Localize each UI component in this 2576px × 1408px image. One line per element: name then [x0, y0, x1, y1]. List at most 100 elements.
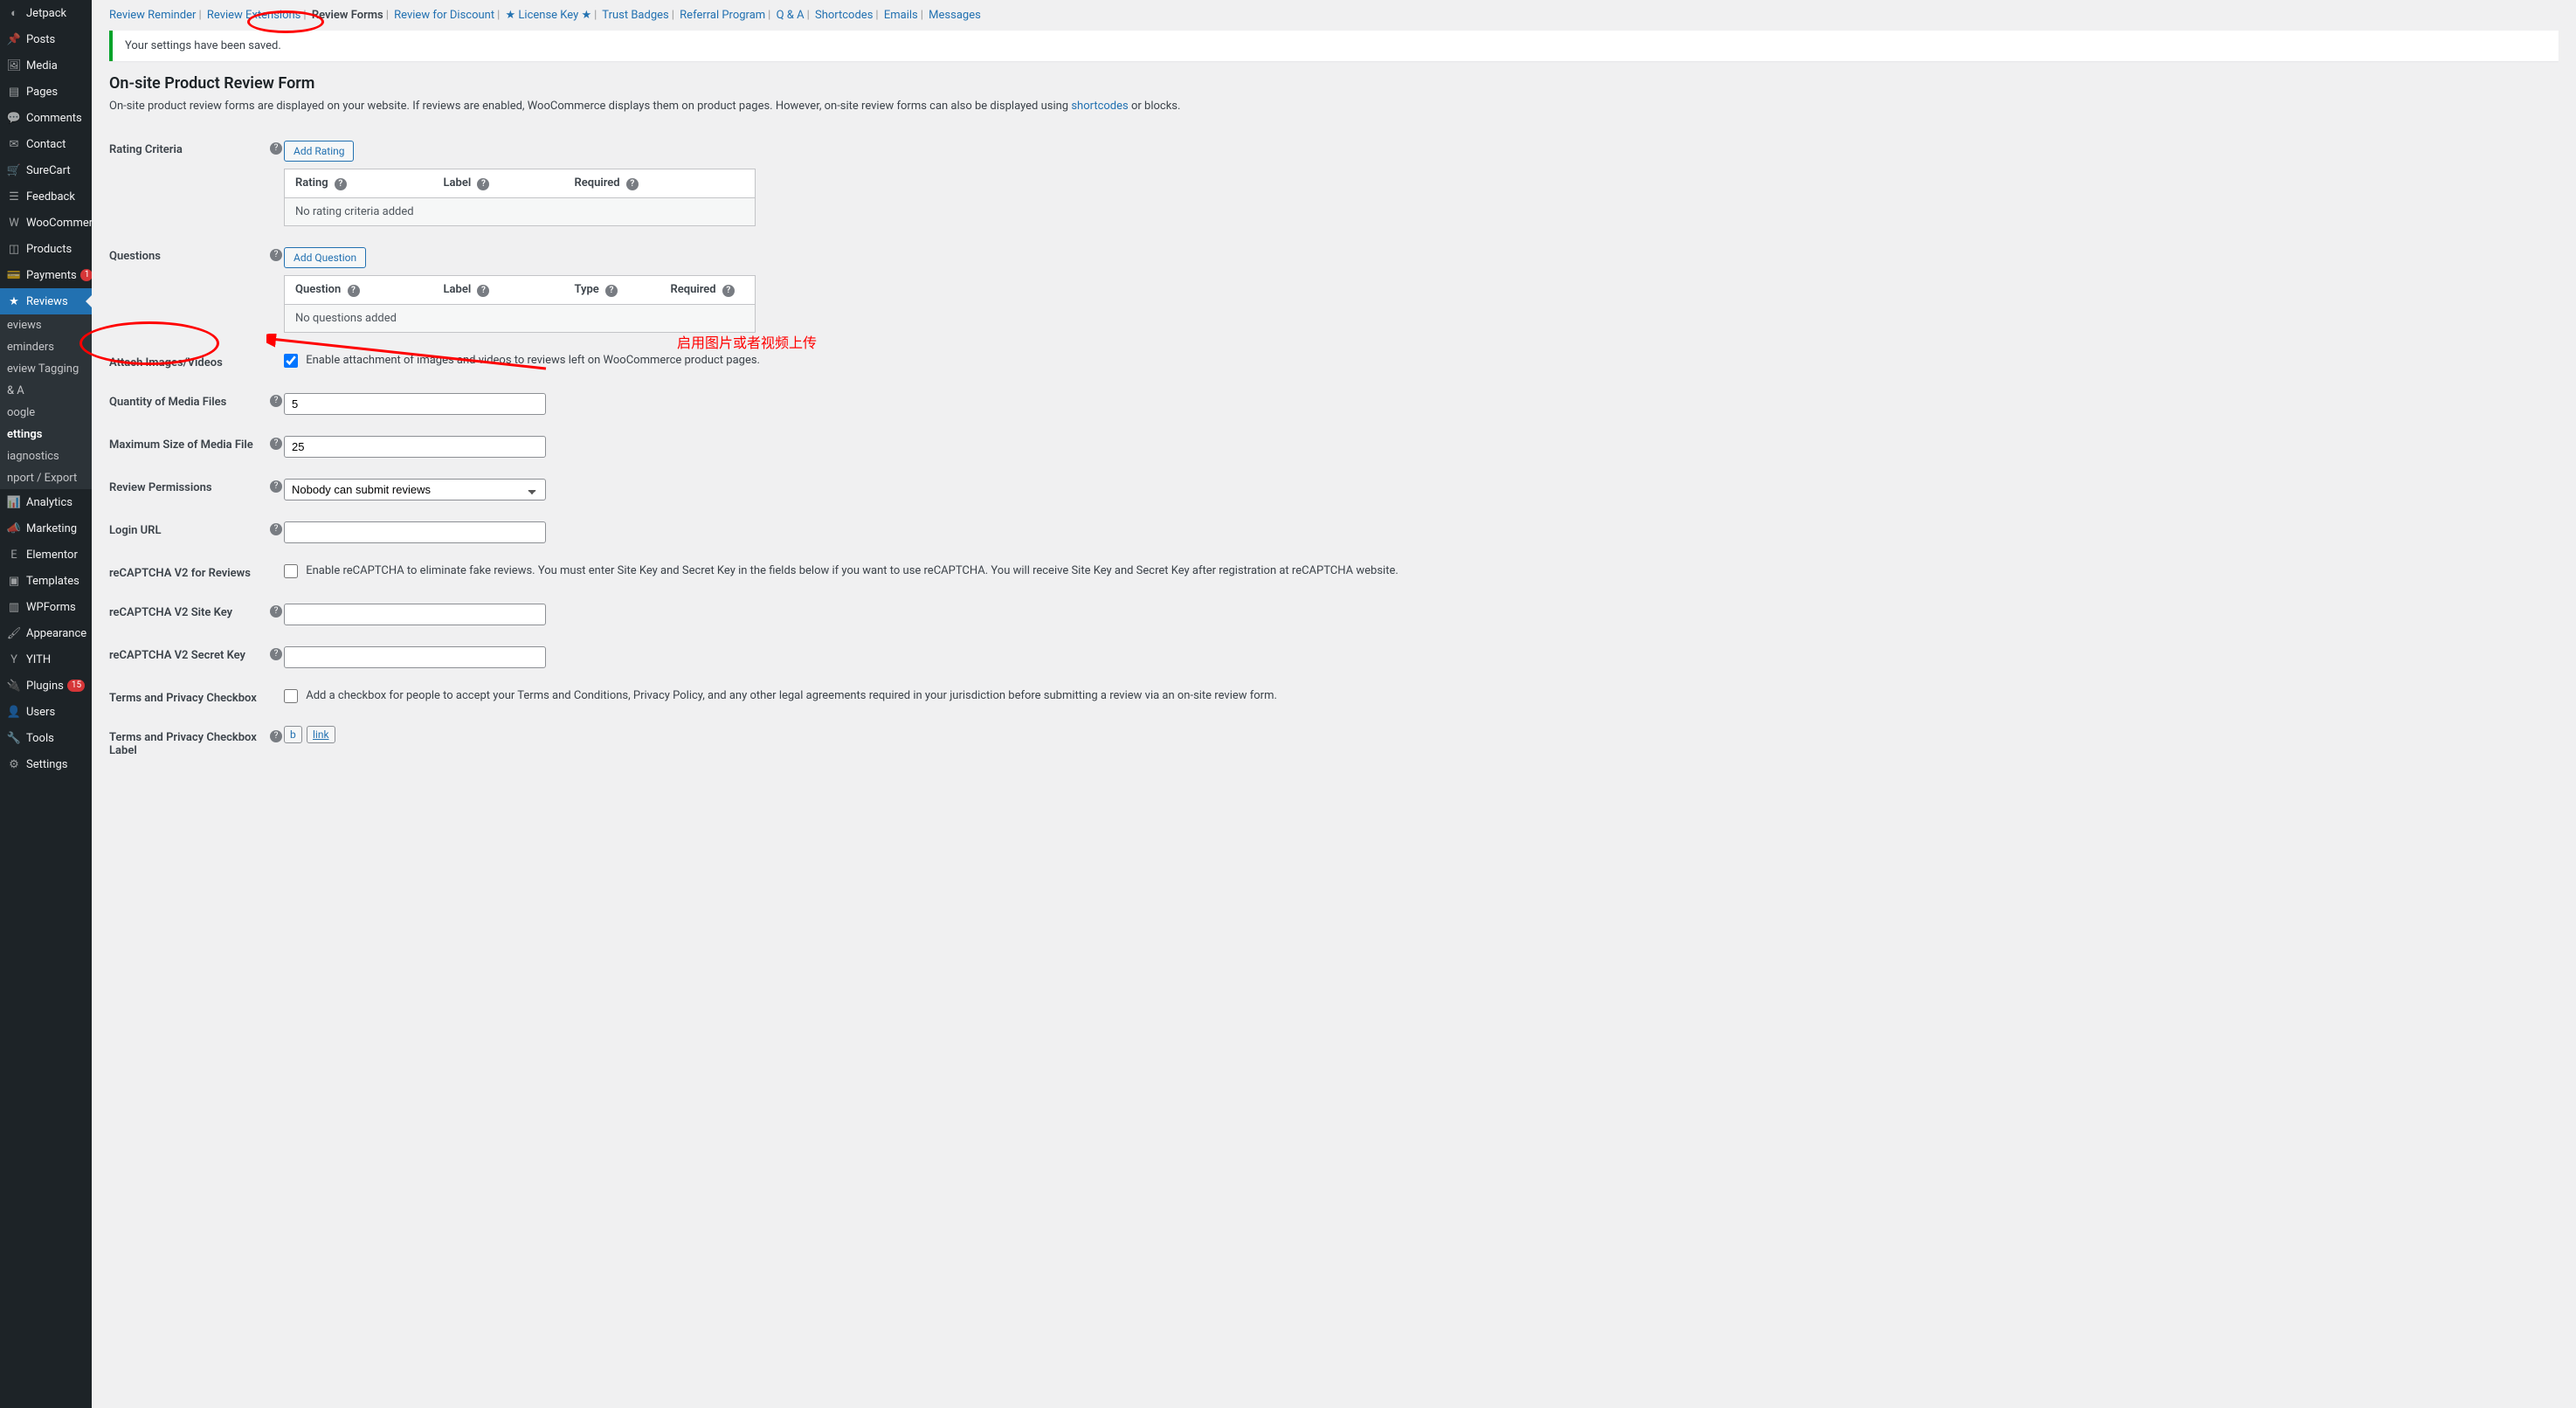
plug-icon: 🔌	[7, 679, 21, 693]
help-icon[interactable]: ?	[270, 438, 282, 450]
terms-checkbox[interactable]	[284, 689, 298, 703]
add-question-button[interactable]: Add Question	[284, 247, 366, 268]
tab-review-discount[interactable]: Review for Discount	[394, 9, 494, 22]
help-icon[interactable]: ?	[477, 178, 489, 190]
submenu-import-export[interactable]: nport / Export	[0, 467, 92, 489]
sidebar-item-woocommerce[interactable]: W WooCommerce	[0, 210, 92, 236]
tab-review-forms[interactable]: Review Forms	[312, 9, 383, 22]
sidebar-label: Appearance	[26, 627, 86, 640]
woo-icon: W	[7, 216, 21, 230]
shortcodes-link[interactable]: shortcodes	[1071, 100, 1128, 113]
sidebar-item-plugins[interactable]: 🔌Plugins15	[0, 673, 92, 699]
sidebar-label: Elementor	[26, 549, 78, 562]
submenu-qa[interactable]: & A	[0, 380, 92, 402]
sidebar-item-contact[interactable]: ✉Contact	[0, 131, 92, 157]
page-icon: ▤	[7, 85, 21, 99]
label-terms-checkbox: Terms and Privacy Checkbox	[109, 679, 266, 718]
sidebar-label: Jetpack	[26, 7, 66, 20]
sidebar-item-yith[interactable]: YYITH	[0, 646, 92, 673]
sidebar-item-surecart[interactable]: 🛒SureCart	[0, 157, 92, 183]
attach-media-field[interactable]: Enable attachment of images and videos t…	[284, 354, 760, 367]
col-type: Type ?	[564, 276, 660, 305]
sidebar-item-analytics[interactable]: 📊Analytics	[0, 489, 92, 515]
tab-referral-program[interactable]: Referral Program	[680, 9, 765, 22]
help-icon[interactable]: ?	[270, 648, 282, 660]
sidebar-item-reviews[interactable]: ★Reviews	[0, 288, 92, 314]
add-rating-button[interactable]: Add Rating	[284, 141, 354, 162]
quicktag-bold[interactable]: b	[284, 726, 302, 743]
help-icon[interactable]: ?	[335, 178, 347, 190]
col-required: Required ?	[564, 169, 756, 198]
sidebar-label: WooCommerce	[26, 217, 92, 230]
tab-shortcodes[interactable]: Shortcodes	[815, 9, 873, 22]
sidebar-item-wpforms[interactable]: ▥WPForms	[0, 594, 92, 620]
submenu-settings[interactable]: ettings	[0, 424, 92, 445]
tab-review-reminder[interactable]: Review Reminder	[109, 9, 196, 22]
help-icon[interactable]: ?	[477, 285, 489, 297]
settings-form: Rating Criteria ? Add Rating Rating ? La…	[109, 130, 2559, 770]
recaptcha-field[interactable]: Enable reCAPTCHA to eliminate fake revie…	[284, 564, 1398, 577]
sidebar-item-posts[interactable]: 📌Posts	[0, 26, 92, 52]
col-question: Question ?	[285, 276, 433, 305]
review-permissions-select[interactable]: Nobody can submit reviews	[284, 479, 546, 500]
label-recaptcha-site: reCAPTCHA V2 Site Key	[109, 593, 266, 636]
submenu-reviews[interactable]: eviews	[0, 314, 92, 336]
login-url-input[interactable]	[284, 521, 546, 543]
recaptcha-site-input[interactable]	[284, 604, 546, 625]
tab-review-extensions[interactable]: Review Extensions	[207, 9, 301, 22]
submenu-diagnostics[interactable]: iagnostics	[0, 445, 92, 467]
sidebar-item-users[interactable]: 👤Users	[0, 699, 92, 725]
label-review-permissions: Review Permissions	[109, 468, 266, 511]
terms-field[interactable]: Add a checkbox for people to accept your…	[284, 689, 1277, 702]
payments-icon: 💳	[7, 268, 21, 282]
recaptcha-secret-input[interactable]	[284, 646, 546, 668]
tab-messages[interactable]: Messages	[929, 9, 981, 22]
help-icon[interactable]: ?	[270, 480, 282, 493]
col-required: Required ?	[660, 276, 756, 305]
tab-license-key[interactable]: ★ License Key ★	[506, 9, 592, 22]
help-icon[interactable]: ?	[270, 142, 282, 155]
tab-trust-badges[interactable]: Trust Badges	[602, 9, 668, 22]
sidebar-item-tools[interactable]: 🔧Tools	[0, 725, 92, 751]
sidebar-item-settings[interactable]: ⚙Settings	[0, 751, 92, 777]
tab-qa[interactable]: Q & A	[777, 9, 805, 22]
separator: |	[672, 9, 674, 22]
help-icon[interactable]: ?	[722, 285, 735, 297]
sidebar-label: Products	[26, 243, 72, 256]
label-rating-criteria: Rating Criteria	[109, 130, 266, 237]
attach-media-checkbox[interactable]	[284, 354, 298, 368]
sidebar-item-appearance[interactable]: 🖌Appearance	[0, 620, 92, 646]
sidebar-item-pages[interactable]: ▤Pages	[0, 79, 92, 105]
pin-icon: 📌	[7, 32, 21, 46]
help-icon[interactable]: ?	[270, 730, 282, 742]
help-icon[interactable]: ?	[605, 285, 618, 297]
submenu-reminders[interactable]: eminders	[0, 336, 92, 358]
sidebar-item-feedback[interactable]: ☰Feedback	[0, 183, 92, 210]
help-icon[interactable]: ?	[626, 178, 639, 190]
col-rating: Rating ?	[285, 169, 433, 198]
sidebar-item-elementor[interactable]: EElementor	[0, 542, 92, 568]
help-icon[interactable]: ?	[270, 395, 282, 407]
recaptcha-checkbox[interactable]	[284, 564, 298, 578]
sidebar-item-jetpack[interactable]: ◐Jetpack	[0, 0, 92, 26]
sidebar-item-marketing[interactable]: 📣Marketing	[0, 515, 92, 542]
sidebar-item-templates[interactable]: ▣Templates	[0, 568, 92, 594]
submenu-google[interactable]: oogle	[0, 402, 92, 424]
help-icon[interactable]: ?	[270, 605, 282, 618]
contact-icon: ✉	[7, 137, 21, 151]
sidebar-label: Analytics	[26, 496, 73, 509]
max-size-input[interactable]	[284, 436, 546, 458]
sidebar-item-media[interactable]: 🖼Media	[0, 52, 92, 79]
sidebar-item-payments[interactable]: 💳Payments1	[0, 262, 92, 288]
products-icon: ◫	[7, 242, 21, 256]
sidebar-item-comments[interactable]: 💬Comments	[0, 105, 92, 131]
help-icon[interactable]: ?	[270, 523, 282, 535]
help-icon[interactable]: ?	[348, 285, 360, 297]
desc-text: or blocks.	[1129, 100, 1181, 113]
submenu-review-tagging[interactable]: eview Tagging	[0, 358, 92, 380]
sidebar-item-products[interactable]: ◫ Products	[0, 236, 92, 262]
tab-emails[interactable]: Emails	[884, 9, 918, 22]
help-icon[interactable]: ?	[270, 249, 282, 261]
quantity-media-input[interactable]	[284, 393, 546, 415]
quicktag-link[interactable]: link	[307, 726, 335, 743]
